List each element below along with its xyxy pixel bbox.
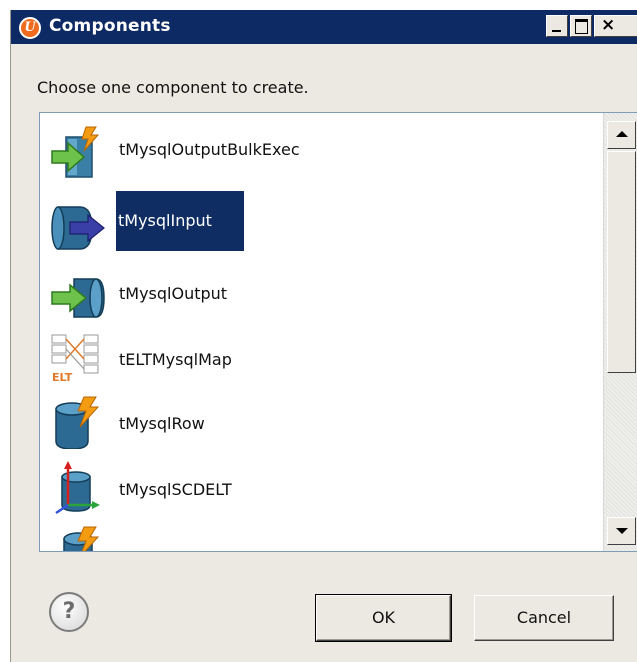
scroll-down-button[interactable] <box>607 517 636 545</box>
scroll-up-button[interactable] <box>607 121 636 149</box>
list-item[interactable]: ELT tELTMysqlMap <box>50 327 590 385</box>
component-list[interactable]: tMysqlOutputBulkExec tMysqlInput tMysqlO… <box>39 112 637 552</box>
db-output-icon <box>51 278 105 318</box>
list-item-label: tMysqlOutput <box>119 284 228 303</box>
list-item[interactable]: tMysqlOutputBulkExec <box>50 121 590 179</box>
close-icon: × <box>601 15 616 35</box>
components-dialog: U Components × Choose one component to c… <box>10 10 637 662</box>
list-item[interactable]: tMysqlRow <box>50 391 590 449</box>
list-item[interactable]: tMysqlSCDELT <box>50 457 590 515</box>
instruction-text: Choose one component to create. <box>37 78 309 97</box>
scroll-thumb[interactable] <box>607 151 636 373</box>
dialog-title: Components <box>49 16 171 36</box>
list-item-label: tMysqlRow <box>119 414 205 433</box>
minimize-button[interactable] <box>546 15 568 37</box>
db-row-icon <box>63 526 100 551</box>
list-item[interactable]: tMysqlOutput <box>50 263 590 321</box>
list-item-label: tMysqlOutputBulkExec <box>119 140 300 159</box>
talend-app-icon: U <box>19 17 41 39</box>
vertical-scrollbar[interactable] <box>603 113 637 551</box>
list-item-label: tELTMysqlMap <box>119 350 232 369</box>
list-item-label: tMysqlSCDELT <box>119 480 232 499</box>
ok-button[interactable]: OK <box>315 594 452 642</box>
scd-icon <box>55 461 100 515</box>
cancel-button[interactable]: Cancel <box>474 595 614 641</box>
elt-map-icon: ELT <box>51 334 99 384</box>
db-input-icon <box>51 206 105 250</box>
db-row-icon <box>55 396 100 449</box>
list-item-label: tMysqlInput <box>116 191 244 251</box>
svg-text:ELT: ELT <box>52 371 73 384</box>
list-item[interactable]: tMysqlInput <box>50 191 590 251</box>
bulk-exec-icon <box>51 126 100 178</box>
maximize-button[interactable] <box>570 15 592 37</box>
help-button[interactable]: ? <box>49 592 89 632</box>
title-bar[interactable]: U Components × <box>11 10 637 44</box>
list-item[interactable] <box>50 521 590 551</box>
close-button[interactable]: × <box>594 15 637 37</box>
